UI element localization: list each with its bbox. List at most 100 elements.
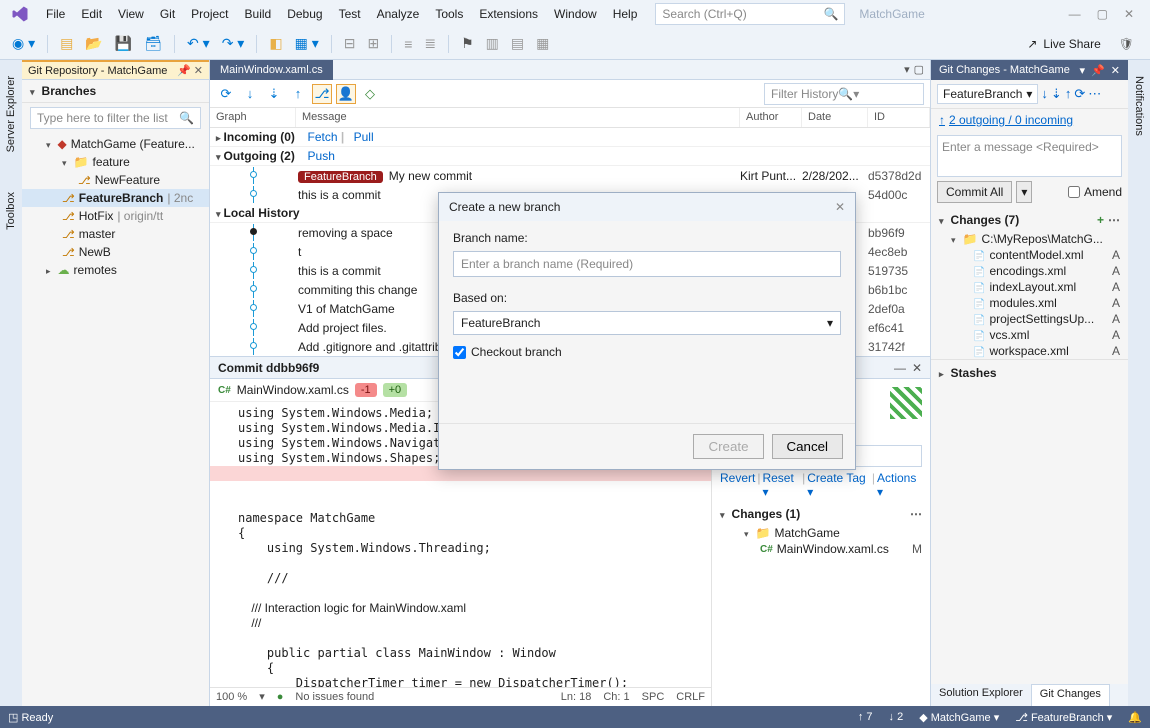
arrow-up-icon[interactable]: ↑ 7 <box>858 711 873 723</box>
redo-icon[interactable]: ↷ ▾ <box>218 33 249 54</box>
save-all-icon[interactable]: 🗃 <box>140 33 166 54</box>
fetch-link[interactable]: Fetch <box>308 130 338 144</box>
branch-name-input[interactable]: Enter a branch name (Required) <box>453 251 841 277</box>
checkout-branch-checkbox[interactable]: Checkout branch <box>453 345 841 359</box>
minimize-icon[interactable]: — <box>1069 7 1081 21</box>
new-file-icon[interactable]: ▤ <box>56 33 77 54</box>
tag-icon[interactable]: ◇ <box>360 84 380 104</box>
changed-file[interactable]: indexLayout.xmlA <box>933 279 1126 295</box>
menu-view[interactable]: View <box>110 3 152 25</box>
pin-icon[interactable]: 📌 <box>1091 64 1105 77</box>
fetch-icon[interactable]: ↓ <box>240 84 260 104</box>
more-actions[interactable]: Actions ▾ <box>877 471 922 499</box>
hotfix-branch[interactable]: ⎇ HotFix | origin/tt <box>22 207 209 225</box>
pull-icon[interactable]: ⇣ <box>264 84 284 104</box>
pull-icon[interactable]: ⇣ <box>1051 86 1062 102</box>
changed-file[interactable]: workspace.xmlA <box>933 343 1126 359</box>
project-indicator[interactable]: ◆ MatchGame ▾ <box>919 711 999 724</box>
more-icon[interactable]: ⋯ <box>1088 86 1101 102</box>
git-changes-tab[interactable]: Git Changes - MatchGame ▾📌✕ <box>931 60 1128 80</box>
tab-dropdown-icon[interactable]: ▾ <box>904 63 910 76</box>
create-tag-action[interactable]: Create Tag ▾ <box>807 471 870 499</box>
incoming-section[interactable]: Incoming (0) Fetch | Pull <box>210 128 930 147</box>
server-explorer-tab[interactable]: Server Explorer <box>3 68 19 160</box>
menu-edit[interactable]: Edit <box>73 3 110 25</box>
flag-icon[interactable]: ⚑ <box>457 33 478 54</box>
changed-file[interactable]: modules.xmlA <box>933 295 1126 311</box>
dash-icon[interactable]: — <box>894 361 906 375</box>
more-icon[interactable]: ⋯ <box>1108 213 1120 227</box>
menu-tools[interactable]: Tools <box>427 3 471 25</box>
newb-branch[interactable]: ⎇ NewB <box>22 243 209 261</box>
changed-file-node[interactable]: C#MainWindow.xaml.csM <box>720 541 922 557</box>
menu-window[interactable]: Window <box>546 3 605 25</box>
menu-analyze[interactable]: Analyze <box>369 3 428 25</box>
undo-icon[interactable]: ↶ ▾ <box>183 33 214 54</box>
more-icon[interactable]: ⋯ <box>910 507 922 521</box>
stage-all-icon[interactable]: + <box>1097 213 1104 227</box>
branch-indicator[interactable]: ⎇ FeatureBranch ▾ <box>1015 711 1112 724</box>
push-link[interactable]: Push <box>308 149 335 163</box>
push-icon[interactable]: ↑ <box>1065 86 1072 102</box>
remotes-node[interactable]: ☁ remotes <box>22 261 209 279</box>
changed-file[interactable]: contentModel.xmlA <box>933 247 1126 263</box>
notifications-tab[interactable]: Notifications <box>1131 68 1147 144</box>
tool-b-icon[interactable]: ▦ ▾ <box>291 33 323 54</box>
toolbox-tab[interactable]: Toolbox <box>3 184 19 238</box>
refresh-icon[interactable]: ⟳ <box>216 84 236 104</box>
create-button[interactable]: Create <box>693 434 763 459</box>
pin-icon[interactable]: 📌 ✕ <box>177 64 203 77</box>
feature-branch-node[interactable]: ⎇ FeatureBranch | 2nc <box>22 189 209 207</box>
based-on-dropdown[interactable]: FeatureBranch▾ <box>453 311 841 335</box>
solution-explorer-tab[interactable]: Solution Explorer <box>931 684 1031 706</box>
author-toggle-icon[interactable]: 👤 <box>336 84 356 104</box>
menu-help[interactable]: Help <box>605 3 646 25</box>
menu-file[interactable]: File <box>38 3 73 25</box>
menu-debug[interactable]: Debug <box>279 3 330 25</box>
commit-changes-header[interactable]: Changes (1)⋯ <box>720 507 922 521</box>
commit-message-input[interactable]: Enter a message <Required> <box>937 135 1122 177</box>
outgoing-section[interactable]: Outgoing (2) Push <box>210 147 930 166</box>
revert-action[interactable]: Revert <box>720 471 755 499</box>
pull-link[interactable]: Pull <box>354 130 374 144</box>
fetch-icon[interactable]: ↓ <box>1041 86 1048 102</box>
close-icon[interactable]: ✕ <box>912 361 922 375</box>
repo-root-node[interactable]: ◆ MatchGame (Feature... <box>22 135 209 153</box>
changed-file[interactable]: vcs.xmlA <box>933 327 1126 343</box>
branches-section[interactable]: Branches <box>22 80 209 103</box>
amend-checkbox[interactable]: Amend <box>1068 185 1122 199</box>
cancel-button[interactable]: Cancel <box>772 434 844 459</box>
document-tab[interactable]: MainWindow.xaml.cs <box>210 60 333 80</box>
close-icon[interactable]: ✕ <box>1124 7 1134 21</box>
live-share-button[interactable]: ↗ Live Share 🛡 <box>1027 37 1142 51</box>
master-branch[interactable]: ⎇ master <box>22 225 209 243</box>
menu-extensions[interactable]: Extensions <box>471 3 546 25</box>
sync-icon[interactable]: ⟳ <box>1074 86 1085 102</box>
push-icon[interactable]: ↑ <box>288 84 308 104</box>
menu-build[interactable]: Build <box>237 3 280 25</box>
branch-dropdown[interactable]: FeatureBranch ▾ <box>937 84 1038 104</box>
new-feature-branch[interactable]: ⎇ NewFeature <box>22 171 209 189</box>
branch-filter-input[interactable]: Type here to filter the list🔍 <box>30 107 201 129</box>
dropdown-icon[interactable]: ▾ <box>1080 64 1086 77</box>
git-repo-tab[interactable]: Git Repository - MatchGame📌 ✕ <box>22 60 209 80</box>
menu-git[interactable]: Git <box>152 3 183 25</box>
sync-status-link[interactable]: ↑2 outgoing / 0 incoming <box>931 109 1128 131</box>
menu-project[interactable]: Project <box>183 3 236 25</box>
dialog-close-icon[interactable]: ✕ <box>835 200 845 214</box>
filter-history-input[interactable]: Filter History🔍▾ <box>764 83 924 105</box>
maximize-icon[interactable]: ▢ <box>1097 7 1108 21</box>
project-node[interactable]: 📁MatchGame <box>720 525 922 541</box>
reset-action[interactable]: Reset ▾ <box>762 471 800 499</box>
git-changes-bottom-tab[interactable]: Git Changes <box>1031 684 1110 706</box>
global-search-input[interactable]: Search (Ctrl+Q)🔍 <box>655 3 845 25</box>
changed-file[interactable]: projectSettingsUp...A <box>933 311 1126 327</box>
changes-section-header[interactable]: Changes (7)+⋯ <box>931 209 1128 231</box>
tool-a-icon[interactable]: ◧ <box>265 33 286 54</box>
commit-row[interactable]: FeatureBranchMy new commitKirt Punt...2/… <box>210 166 930 185</box>
maximize-pane-icon[interactable]: ▢ <box>914 63 924 76</box>
stashes-section[interactable]: Stashes <box>931 359 1128 386</box>
commit-dropdown[interactable]: ▾ <box>1016 181 1032 203</box>
menu-test[interactable]: Test <box>331 3 369 25</box>
graph-toggle-icon[interactable]: ⎇ <box>312 84 332 104</box>
